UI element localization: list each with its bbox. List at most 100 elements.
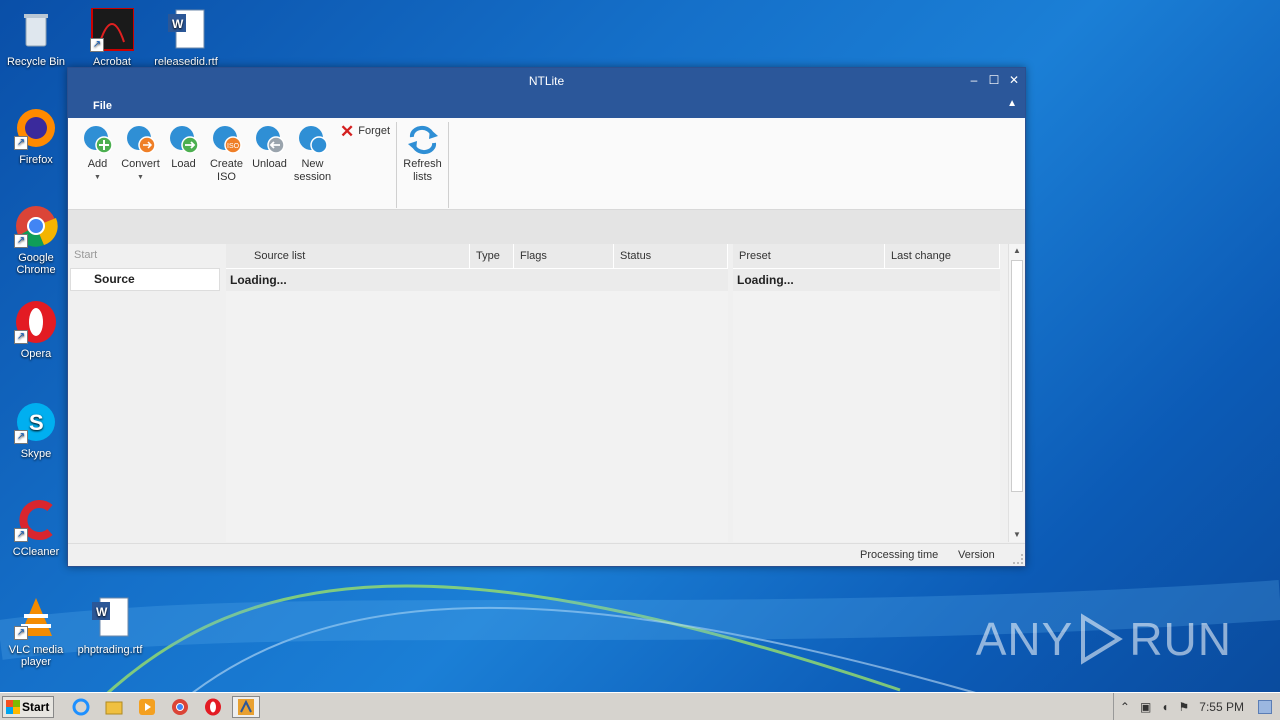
chevron-down-icon: ▼ (137, 174, 144, 181)
toolbar-gap (68, 210, 1025, 244)
column-header-last-change[interactable]: Last change (885, 244, 1000, 268)
column-header-flags[interactable]: Flags (514, 244, 614, 268)
anyrun-watermark: ANY RUN (976, 612, 1232, 666)
main-content: Start Source Source list Type Flags Stat… (68, 244, 1025, 542)
loading-text: Loading... (226, 269, 728, 291)
word-document-icon: W (88, 596, 132, 640)
svg-text:W: W (172, 17, 184, 31)
nav-source[interactable]: Source (70, 268, 220, 291)
add-icon (83, 125, 113, 155)
status-bar: Processing time Version (68, 543, 1025, 566)
desktop-icon-chrome[interactable]: ↗ Google Chrome (0, 204, 72, 276)
refresh-lists-label: Refresh lists (403, 158, 442, 183)
network-icon[interactable]: ▣ (1140, 700, 1151, 714)
desktop-icon-firefox[interactable]: ↗ Firefox (0, 106, 72, 166)
watermark-left-text: ANY (975, 613, 1074, 665)
desktop-icon-ccleaner[interactable]: ↗ CCleaner (0, 498, 72, 558)
load-icon (169, 125, 199, 155)
svg-text:S: S (29, 410, 44, 435)
svg-text:ISO: ISO (227, 143, 240, 150)
close-icon: ✕ (340, 122, 355, 141)
system-tray: ⌃ ▣ ◖ ⚑ 7:55 PM (1112, 693, 1280, 720)
preset-grid[interactable]: Preset Last change Loading... (733, 244, 1000, 542)
status-version: Version (958, 549, 995, 561)
svg-text:W: W (96, 605, 108, 619)
taskbar: Start ⌃ ▣ ◖ ⚑ 7:55 PM (0, 692, 1280, 720)
start-button[interactable]: Start (2, 695, 54, 718)
word-document-icon: W (164, 8, 208, 52)
desktop-icon-skype[interactable]: S ↗ Skype (0, 400, 72, 460)
column-header-status[interactable]: Status (614, 244, 728, 268)
menubar: File ▲ (68, 94, 1025, 118)
column-header-source-list[interactable]: Source list (226, 244, 470, 268)
collapse-ribbon-icon[interactable]: ▲ (1007, 98, 1017, 109)
flag-icon[interactable]: ⚑ (1179, 700, 1190, 714)
unload-button[interactable]: Unload (248, 122, 291, 209)
desktop-icon-phptrading-rtf[interactable]: W phptrading.rtf (74, 596, 146, 656)
scroll-up-icon[interactable]: ▲ (1009, 244, 1025, 258)
grid-header: Preset Last change (733, 244, 1000, 269)
maximize-icon[interactable]: ☐ (987, 72, 1001, 88)
desktop-icon-recycle-bin[interactable]: Recycle Bin (0, 8, 72, 68)
resize-grip[interactable] (1013, 554, 1023, 564)
forget-button[interactable]: ✕ Forget (340, 122, 391, 209)
desktop-icon-label: Google Chrome (16, 252, 56, 276)
recycle-bin-icon (14, 8, 58, 52)
media-player-icon[interactable] (136, 696, 158, 718)
convert-label: Convert (121, 158, 160, 170)
internet-explorer-icon[interactable] (70, 696, 92, 718)
desktop-icon-opera[interactable]: ↗ Opera (0, 300, 72, 360)
desktop-icon-releasedid-rtf[interactable]: W releasedid.rtf (150, 8, 222, 68)
desktop-icon-acrobat[interactable]: ↗ Acrobat (76, 7, 148, 68)
firefox-icon: ↗ (14, 106, 58, 150)
new-session-button[interactable]: New session (291, 122, 334, 209)
create-iso-button[interactable]: ISO Create ISO (205, 122, 248, 209)
load-label: Load (171, 158, 196, 170)
convert-icon (126, 125, 156, 155)
source-list-grid[interactable]: Source list Type Flags Status Loading... (226, 244, 728, 542)
show-desktop-icon[interactable] (1258, 699, 1272, 714)
desktop-icon-label: Skype (20, 448, 52, 460)
convert-button[interactable]: Convert ▼ (119, 122, 162, 209)
desktop-icon-vlc[interactable]: ↗ VLC media player (0, 596, 72, 668)
desktop-icon-label: CCleaner (12, 546, 60, 558)
chevron-down-icon: ▼ (94, 174, 101, 181)
refresh-lists-button[interactable]: Refresh lists (401, 122, 444, 209)
create-iso-label: Create ISO (209, 158, 244, 183)
ntlite-window: NTLite – ☐ ✕ File ▲ Add ▼ Convert ▼ Load… (67, 67, 1026, 567)
chrome-icon: ↗ (14, 204, 58, 248)
chrome-icon[interactable] (169, 696, 191, 718)
loading-text: Loading... (733, 269, 1000, 291)
desktop-icon-label: VLC media player (8, 644, 64, 668)
windows-logo-icon (6, 699, 20, 714)
desktop-icon-label: Opera (20, 348, 52, 360)
vertical-scrollbar[interactable]: ▲ ▼ (1008, 244, 1024, 542)
column-header-preset[interactable]: Preset (733, 244, 885, 268)
iso-icon: ISO (212, 125, 242, 155)
window-title: NTLite (528, 74, 565, 88)
nav-start[interactable]: Start (74, 249, 97, 261)
volume-icon[interactable]: ◖ (1161, 700, 1168, 714)
add-label: Add (87, 158, 108, 170)
window-titlebar[interactable]: NTLite – ☐ ✕ (68, 68, 1025, 94)
load-button[interactable]: Load (162, 122, 205, 209)
new-session-icon (298, 125, 328, 155)
add-button[interactable]: Add ▼ (76, 122, 119, 209)
show-hidden-icons-icon[interactable]: ⌃ (1120, 700, 1130, 714)
forget-label: Forget (358, 125, 391, 137)
opera-icon[interactable] (202, 696, 224, 718)
scroll-down-icon[interactable]: ▼ (1009, 528, 1025, 542)
column-header-type[interactable]: Type (470, 244, 514, 268)
clock[interactable]: 7:55 PM (1199, 700, 1244, 714)
desktop-icon-label: phptrading.rtf (77, 644, 143, 656)
scrollbar-thumb[interactable] (1011, 260, 1023, 492)
opera-icon: ↗ (14, 300, 58, 344)
close-icon[interactable]: ✕ (1007, 72, 1021, 88)
folder-icon[interactable] (103, 696, 125, 718)
ntlite-taskbar-icon[interactable] (232, 695, 260, 718)
ribbon-separator (448, 122, 450, 208)
ribbon: Add ▼ Convert ▼ Load ISO Create ISO Unlo… (68, 118, 1025, 210)
left-navigation: Start Source (68, 244, 220, 542)
menu-file[interactable]: File (93, 100, 112, 112)
minimize-icon[interactable]: – (967, 72, 981, 88)
